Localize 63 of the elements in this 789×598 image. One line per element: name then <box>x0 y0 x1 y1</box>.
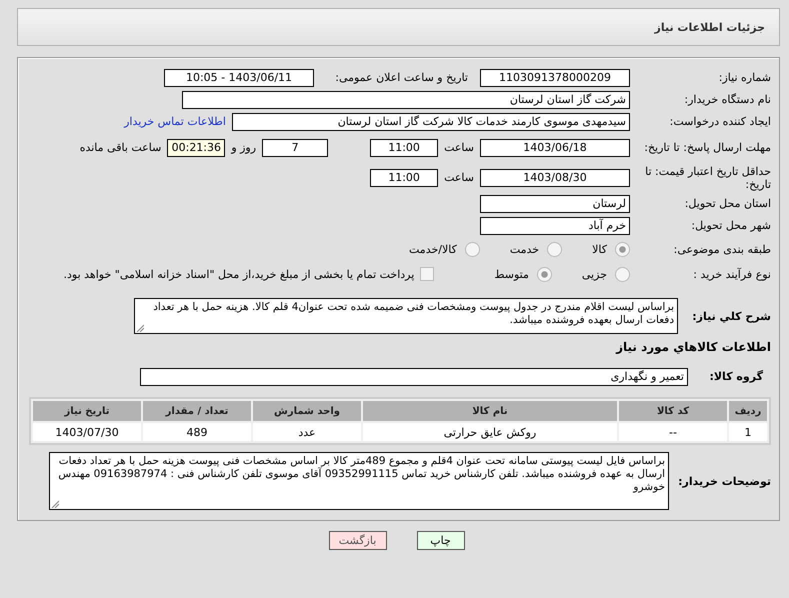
deadline-date-field: 1403/06/18 <box>480 138 630 156</box>
days-label: روز و <box>231 141 256 154</box>
requester-field: سیدمهدی موسوی کارمند خدمات کالا شرکت گاز استان لرستان <box>232 112 630 130</box>
time-label: ساعت <box>444 141 474 154</box>
radio-button[interactable] <box>615 266 630 282</box>
days-field: 7 <box>262 138 328 156</box>
radio-button[interactable] <box>464 242 480 256</box>
option-label: خدمت <box>510 242 540 256</box>
field-label: مهلت ارسال پاسخ: تا تاریخ: <box>643 141 771 154</box>
column-header: نام کالا <box>363 401 617 421</box>
need-number-field: 1103091378000209 <box>480 68 630 86</box>
field-label: توضیحات خریدار: <box>677 474 771 488</box>
validity-time-field: 11:00 <box>370 168 438 186</box>
table-cell: عدد <box>253 423 361 441</box>
column-header: تاریخ نیاز <box>33 401 141 421</box>
page-title: جزئیات اطلاعات نیاز <box>654 20 765 34</box>
table-cell: 1 <box>729 423 767 441</box>
field-label: حداقل تاریخ اعتبار قیمت: تا تاریخ: <box>644 164 771 190</box>
validity-date-field: 1403/08/30 <box>480 168 630 186</box>
description-text-area[interactable]: براساس لیست اقلام مندرج در جدول پیوست ومشخصات فنی ضمیمه شده تحت عنوان4 قلم کالا. هزینه حمل با هر تعداد دفعات ارسال بعهده فروشنده میباشد. <box>134 298 678 334</box>
field-label: ایجاد کننده درخواست: <box>668 115 771 128</box>
remaining-time-field: 00:21:36 <box>167 138 226 156</box>
field-label: تاریخ و ساعت اعلان عمومی: <box>334 71 469 84</box>
option-label: کالا <box>592 242 607 256</box>
remaining-label: ساعت باقی مانده <box>80 141 162 154</box>
table-cell: روکش عایق حرارتی <box>363 423 617 441</box>
field-label: نوع فرآیند خرید : <box>692 268 771 280</box>
field-label: شرح کلي نياز: <box>691 310 771 322</box>
field-label: شماره نیاز: <box>718 71 771 84</box>
buyer-contact-link[interactable]: اطلاعات تماس خریدار <box>124 115 226 128</box>
radio-button[interactable] <box>536 266 552 282</box>
radio-button[interactable] <box>547 242 562 256</box>
field-label: گروه کالا: <box>708 370 764 383</box>
table-cell: 489 <box>143 423 251 441</box>
deadline-time-field: 11:00 <box>370 138 438 156</box>
column-header: تعداد / مقدار <box>143 401 251 421</box>
column-header: واحد شمارش <box>253 401 361 421</box>
table-cell: -- <box>619 423 727 441</box>
payment-note: پرداخت تمام یا بخشی از مبلغ خرید،از محل "اسناد خزانه اسلامی" خواهد بود. <box>64 268 414 280</box>
radio-button[interactable] <box>615 242 630 256</box>
back-button[interactable]: بازگشت <box>328 531 386 550</box>
field-label: استان محل تحویل: <box>684 197 771 210</box>
print-button[interactable]: چاپ <box>416 531 464 550</box>
checkbox[interactable] <box>420 267 434 281</box>
buyer-notes-text-area[interactable]: براساس فایل لیست پیوستی سامانه تحت عنوان 4قلم و مجموع 489متر کالا بر اساس مشخصات فنی پیوست هزینه حمل با هر تعداد دفعات ارسال به عهده فروشنده میباشد. تلفن کارشناس خرید تماس 09352991115 آقای موسوی تلفن کارشناس فنی : 09163987974 مهندس خوشرو <box>49 452 669 510</box>
announce-date-field: 1403/06/11 - 10:05 <box>164 68 314 86</box>
field-label: نام دستگاه خریدار: <box>683 93 771 106</box>
province-field: لرستان <box>480 194 630 212</box>
option-label: متوسط <box>494 268 529 280</box>
column-header: ردیف <box>729 401 767 421</box>
goods-group-field: تعمیر و نگهداری <box>140 368 688 386</box>
option-label: کالا/خدمت <box>409 242 457 256</box>
time-label: ساعت <box>444 171 474 184</box>
field-label: شهر محل تحویل: <box>690 219 771 232</box>
column-header: کد کالا <box>619 401 727 421</box>
resize-grip-icon[interactable] <box>136 324 144 332</box>
option-label: جزیی <box>582 268 607 280</box>
field-label: طبقه بندی موضوعی: <box>672 242 771 256</box>
buyer-org-field: شرکت گاز استان لرستان <box>182 90 630 108</box>
table-cell: 1403/07/30 <box>33 423 141 441</box>
city-field: خرم آباد <box>480 216 630 234</box>
section-heading: اطلاعات كالاهاي مورد نياز <box>616 340 771 354</box>
resize-grip-icon[interactable] <box>51 500 59 508</box>
